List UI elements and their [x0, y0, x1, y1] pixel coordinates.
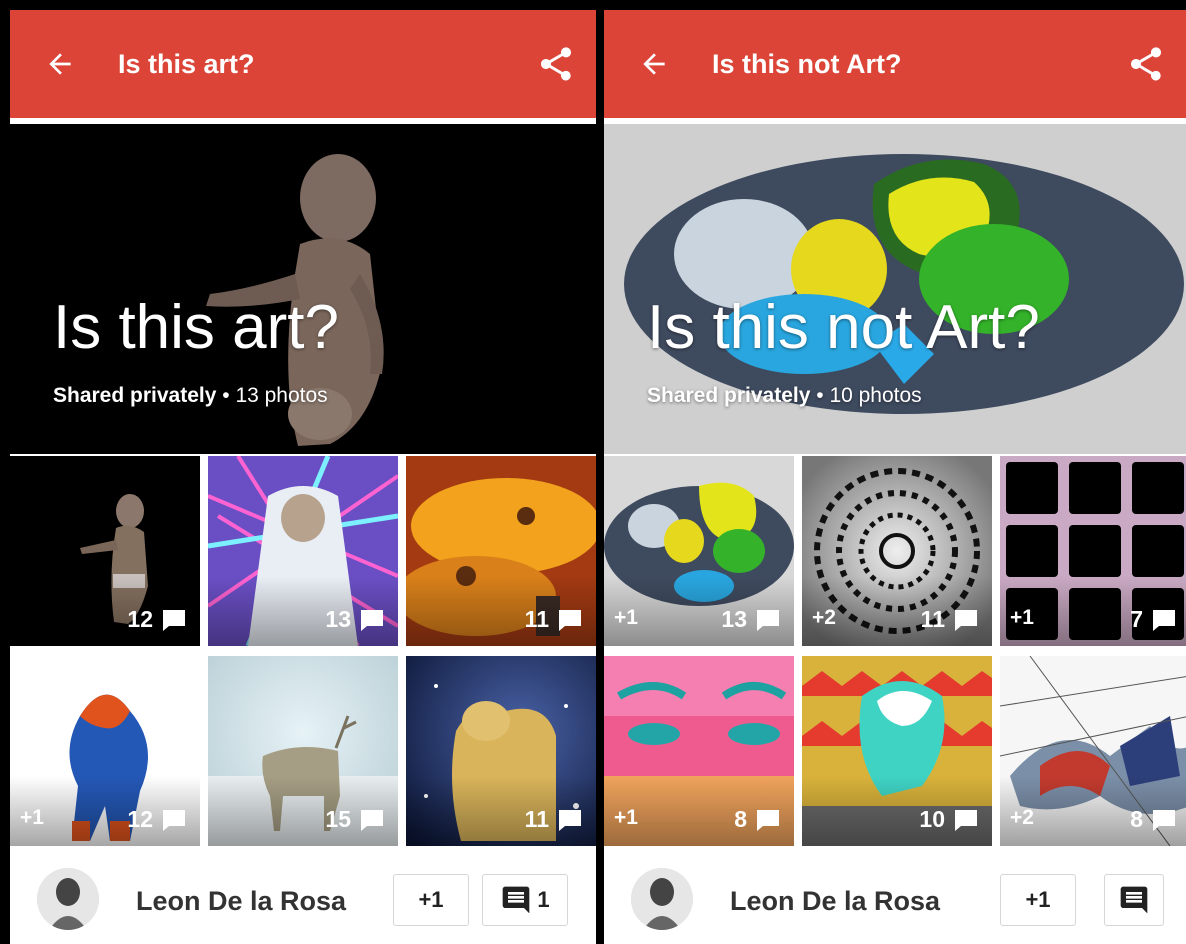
photo-tile[interactable]: 15	[208, 656, 398, 846]
app-bar: Is this art?	[10, 10, 596, 118]
comment-count: 12	[127, 606, 187, 633]
plus-count: +1	[1010, 606, 1034, 629]
author-name[interactable]: Leon De la Rosa	[136, 886, 346, 917]
cover-title: Is this not Art?	[647, 293, 1040, 362]
author-name[interactable]: Leon De la Rosa	[730, 886, 940, 917]
comment-count: 11	[921, 606, 979, 633]
avatar[interactable]	[37, 868, 99, 930]
comment-bubble-icon	[557, 808, 583, 832]
photo-tile[interactable]: +2 11	[802, 456, 992, 646]
album-screen-left: Is this art? Is this art? Shared private…	[10, 10, 596, 944]
comment-icon	[1118, 884, 1150, 916]
comment-count: 8	[734, 806, 781, 833]
comment-bubble-icon	[755, 608, 781, 632]
comment-button-count: 1	[537, 887, 550, 912]
photo-tile[interactable]: +2 8	[1000, 656, 1186, 846]
comment-count-value: 11	[524, 606, 549, 632]
comment-count-value: 10	[919, 806, 945, 832]
comment-count-value: 13	[325, 606, 351, 632]
album-cover[interactable]: Is this not Art? Shared privately • 10 p…	[604, 124, 1186, 454]
comment-bubble-icon	[161, 808, 187, 832]
comment-bubble-icon	[755, 808, 781, 832]
album-footer: Leon De la Rosa +1	[604, 851, 1186, 944]
photo-tile[interactable]: +1 12	[10, 656, 200, 846]
comment-count-value: 13	[721, 606, 747, 632]
photo-tile[interactable]: 10	[802, 656, 992, 846]
arrow-back-icon[interactable]	[40, 44, 80, 84]
comment-count: 12	[127, 806, 187, 833]
photo-grid: 12 13 11 +1 12 15 11	[10, 456, 596, 851]
meta-separator: •	[810, 384, 830, 407]
comment-button[interactable]: 1	[482, 874, 568, 926]
comment-count: 11	[525, 606, 583, 633]
arrow-back-icon[interactable]	[634, 44, 674, 84]
plus-count: +2	[1010, 806, 1034, 829]
comment-count: 11	[525, 806, 583, 833]
comment-count-value: 11	[524, 806, 549, 832]
comment-count: 10	[919, 806, 979, 833]
app-bar: Is this not Art?	[604, 10, 1186, 118]
comment-bubble-icon	[557, 608, 583, 632]
comment-count-value: 12	[127, 806, 153, 832]
comment-count-value: 12	[127, 606, 153, 632]
plus-count: +1	[614, 606, 638, 629]
comment-count-value: 11	[920, 606, 945, 632]
comment-count: 8	[1130, 806, 1177, 833]
avatar[interactable]	[631, 868, 693, 930]
photo-tile[interactable]: +1 7	[1000, 456, 1186, 646]
cover-meta: Shared privately • 13 photos	[53, 384, 328, 408]
photo-tile[interactable]: +1 8	[604, 656, 794, 846]
comment-count: 13	[325, 606, 385, 633]
album-footer: Leon De la Rosa +1 1	[10, 851, 596, 944]
plus-count: +2	[812, 606, 836, 629]
photo-tile[interactable]: 11	[406, 456, 596, 646]
photo-tile[interactable]: 12	[10, 456, 200, 646]
share-icon[interactable]	[1124, 42, 1168, 86]
app-bar-title: Is this not Art?	[712, 48, 902, 79]
album-screen-right: Is this not Art? Is this not Art? Shared…	[604, 10, 1186, 944]
cover-meta: Shared privately • 10 photos	[647, 384, 922, 408]
photo-tile[interactable]: +1 13	[604, 456, 794, 646]
photo-tile[interactable]: 13	[208, 456, 398, 646]
comment-bubble-icon	[359, 608, 385, 632]
album-cover[interactable]: Is this art? Shared privately • 13 photo…	[10, 124, 596, 454]
comment-count-value: 15	[325, 806, 351, 832]
comment-count: 7	[1130, 606, 1177, 633]
plus-one-label: +1	[418, 887, 444, 912]
comment-button[interactable]	[1104, 874, 1164, 926]
share-icon[interactable]	[534, 42, 578, 86]
comment-count-value: 8	[1130, 806, 1143, 832]
comment-bubble-icon	[953, 608, 979, 632]
comment-count: 13	[721, 606, 781, 633]
comment-count-value: 7	[1130, 606, 1143, 632]
app-bar-title: Is this art?	[118, 48, 255, 79]
comment-bubble-icon	[953, 808, 979, 832]
photo-tile[interactable]: 11	[406, 656, 596, 846]
plus-one-button[interactable]: +1	[393, 874, 469, 926]
shared-label: Shared privately	[647, 384, 811, 407]
comment-icon	[500, 884, 532, 916]
comment-bubble-icon	[1151, 608, 1177, 632]
comment-bubble-icon	[359, 808, 385, 832]
plus-count: +1	[20, 806, 44, 829]
cover-title: Is this art?	[53, 293, 339, 362]
plus-one-button[interactable]: +1	[1000, 874, 1076, 926]
photo-count: 13 photos	[235, 384, 328, 407]
comment-bubble-icon	[161, 608, 187, 632]
comment-count: 15	[325, 806, 385, 833]
photo-count: 10 photos	[829, 384, 922, 407]
shared-label: Shared privately	[53, 384, 217, 407]
photo-grid: +1 13 +2 11 +1 7 +1 8 10 +2 8	[604, 456, 1186, 851]
plus-one-label: +1	[1025, 887, 1051, 912]
comment-bubble-icon	[1151, 808, 1177, 832]
plus-count: +1	[614, 806, 638, 829]
meta-separator: •	[216, 384, 236, 407]
comment-count-value: 8	[734, 806, 747, 832]
